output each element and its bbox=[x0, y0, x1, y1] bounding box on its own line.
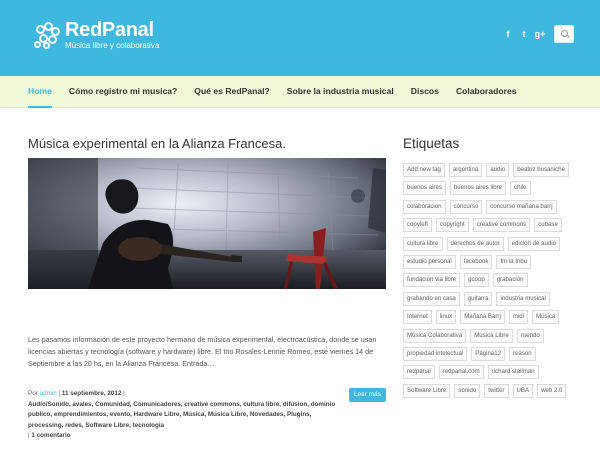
author-link[interactable]: admin bbox=[40, 390, 57, 397]
tag-link[interactable]: chile bbox=[510, 181, 531, 196]
tag-link[interactable]: guitarra bbox=[463, 291, 493, 306]
tag-link[interactable]: grabando en casa bbox=[403, 291, 460, 306]
meta-by-label: Por bbox=[28, 390, 40, 397]
tag-link[interactable]: grabación bbox=[492, 273, 528, 288]
tag-link[interactable]: reason bbox=[509, 346, 536, 361]
post-meta: Por admin | 11 septiembre, 2012 | Audio/… bbox=[28, 389, 346, 442]
tag-link[interactable]: redpanal.com bbox=[438, 365, 484, 380]
social-links: f t g+ bbox=[500, 25, 574, 43]
tag-link[interactable]: copyright bbox=[436, 218, 469, 233]
tag-link[interactable]: concurso bbox=[449, 199, 483, 214]
post-excerpt: Les pasamos información de este proyecto… bbox=[28, 335, 377, 368]
nav-item-como-registro[interactable]: Cómo registro mi musica? bbox=[69, 76, 177, 106]
logo[interactable]: RedPanal Música libre y colaborativa bbox=[34, 20, 159, 51]
tag-link[interactable]: concurso mañana barrj bbox=[486, 199, 557, 214]
tag-link[interactable]: gcoop bbox=[464, 273, 489, 288]
main-nav: Home Cómo registro mi musica? Qué es Red… bbox=[0, 76, 600, 108]
post-categories[interactable]: Audio/Sonido, avales, Comunidad, Comunic… bbox=[28, 401, 335, 429]
tag-link[interactable]: ruendo bbox=[516, 328, 544, 343]
facebook-icon[interactable]: f bbox=[500, 29, 516, 39]
tag-link[interactable]: Página12 bbox=[471, 346, 506, 361]
nav-item-que-es-redpanal[interactable]: Qué es RedPanal? bbox=[194, 76, 269, 106]
tag-link[interactable]: Música Libre bbox=[470, 328, 513, 343]
site-tagline: Música libre y colaborativa bbox=[65, 41, 160, 50]
post-title[interactable]: Música experimental en la Alianza France… bbox=[28, 136, 286, 151]
tag-link[interactable]: linux bbox=[435, 310, 457, 325]
tag-link[interactable]: derechos de autor bbox=[446, 236, 504, 251]
comments-link[interactable]: 1 comentario bbox=[31, 432, 70, 439]
tag-link[interactable]: industria musical bbox=[496, 291, 550, 306]
tag-link[interactable]: Música bbox=[532, 310, 560, 325]
tag-link[interactable]: propiedad intelectual bbox=[403, 346, 468, 361]
tag-link[interactable]: fundacion via libre bbox=[403, 273, 461, 288]
tag-link[interactable]: twitter bbox=[484, 383, 509, 398]
search-button[interactable] bbox=[554, 25, 574, 43]
tag-link[interactable]: Internet bbox=[403, 310, 432, 325]
twitter-icon[interactable]: t bbox=[516, 29, 532, 39]
nav-item-discos[interactable]: Discos bbox=[411, 76, 439, 106]
tag-link[interactable]: argentina bbox=[448, 163, 483, 177]
tag-link[interactable]: cubase bbox=[534, 218, 562, 233]
tag-link[interactable]: Música Colaborativa bbox=[403, 328, 467, 343]
tag-link[interactable]: Add new tag bbox=[403, 163, 445, 177]
google-plus-icon[interactable]: g+ bbox=[532, 29, 548, 39]
tag-link[interactable]: edición de audio bbox=[507, 236, 561, 251]
read-more-button[interactable]: Leer más bbox=[349, 388, 386, 402]
logo-bubbles-icon bbox=[34, 21, 62, 50]
tag-link[interactable]: estudio personal bbox=[403, 254, 456, 269]
tag-link[interactable]: sonido bbox=[454, 383, 481, 398]
tag-link[interactable]: midi bbox=[508, 310, 528, 325]
tag-link[interactable]: creative commons bbox=[472, 218, 531, 233]
tag-link[interactable]: Software Libre bbox=[403, 383, 451, 398]
nav-item-home[interactable]: Home bbox=[28, 76, 52, 108]
tag-link[interactable]: buenos aires libre bbox=[449, 181, 507, 196]
nav-item-industria-musical[interactable]: Sobre la industria musical bbox=[287, 76, 394, 106]
tag-link[interactable]: redpanal bbox=[403, 365, 435, 380]
tag-link[interactable]: buenos aires bbox=[403, 181, 446, 196]
site-name: RedPanal bbox=[65, 19, 154, 41]
tag-link[interactable]: UBA bbox=[512, 383, 534, 398]
tag-link[interactable]: web 2.0 bbox=[537, 383, 567, 398]
tag-link[interactable]: audio bbox=[486, 163, 510, 177]
nav-item-colaboradores[interactable]: Colaboradores bbox=[456, 76, 517, 106]
tag-link[interactable]: facebook bbox=[459, 254, 493, 269]
sidebar-title: Etiquetas bbox=[403, 136, 460, 151]
tag-link[interactable]: colaboracion bbox=[403, 199, 446, 214]
meta-separator: | bbox=[121, 390, 125, 397]
tag-link[interactable]: copyleft bbox=[403, 218, 433, 233]
tag-link[interactable]: fm la tribu bbox=[496, 254, 532, 269]
guitarist-photo-illustration bbox=[28, 158, 386, 289]
post-date: 11 septiembre, 2012 bbox=[61, 390, 122, 397]
tag-link[interactable]: Mañana Barrj bbox=[460, 310, 505, 325]
tag-cloud: Add new tag argentina audio beatriz busanic… bbox=[403, 163, 575, 402]
tag-link[interactable]: cultura libre bbox=[403, 236, 443, 251]
tag-link[interactable]: beatriz busaniche bbox=[513, 163, 569, 177]
post-featured-image[interactable] bbox=[28, 158, 386, 289]
site-header: RedPanal Música libre y colaborativa f t… bbox=[0, 0, 600, 76]
tag-link[interactable]: richard stallman bbox=[487, 365, 539, 380]
